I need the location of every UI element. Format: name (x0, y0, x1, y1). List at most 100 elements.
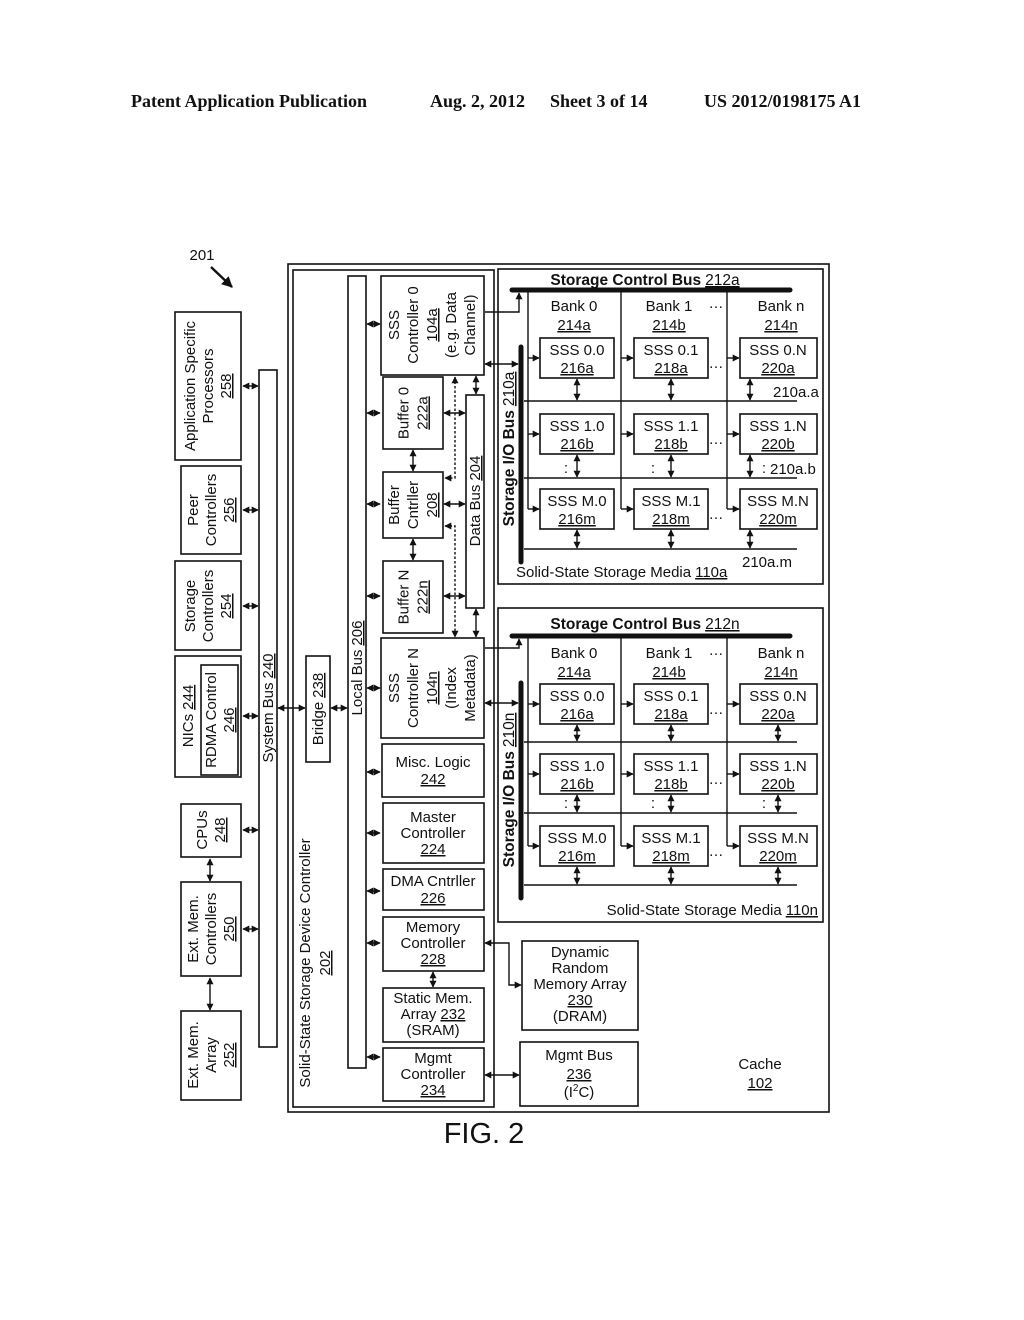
vertical-ellipsis: : (651, 460, 655, 477)
label-text: 210a.b (770, 461, 816, 478)
sss-element-label: SSS 1.0 (549, 418, 604, 435)
label-text: C) (578, 1084, 594, 1101)
reference-numeral: 204 (467, 456, 484, 481)
reference-numeral: 220a (761, 706, 795, 723)
buffer-n-label: Buffer N 222n (396, 570, 432, 625)
dma-controller-label-line-1: DMA Cntrller (390, 873, 475, 890)
label-text: Solid-State Storage Device Controller (297, 838, 314, 1087)
application-specific-processors-label: Application Specific Processors 258 (182, 320, 235, 451)
vertical-ellipsis: : (564, 795, 568, 812)
row-ellipsis: … (709, 355, 724, 372)
label-text: Controller (400, 935, 465, 952)
label-text: Buffer (386, 485, 403, 525)
reference-numeral: 218m (652, 848, 690, 865)
master-controller-label-line-2: Controller (400, 825, 465, 842)
storage-control-bus-label: Storage Control Bus 212a (550, 272, 740, 289)
label-text: Mgmt Bus (545, 1047, 613, 1064)
label-text: Solid-State Storage Media (516, 564, 692, 581)
misc-logic-label: Misc. Logic242 (395, 754, 471, 788)
label-text: … (709, 295, 724, 312)
sss-element-reference: 220b (761, 436, 794, 453)
label-text: Memory (406, 919, 461, 936)
bank-reference: 214a (557, 664, 591, 681)
reference-numeral: 244 (180, 685, 197, 710)
label-text: Controller (400, 825, 465, 842)
bank-label: Bank 1 (646, 298, 693, 315)
bank-ellipsis: … (709, 642, 724, 659)
bank-label: Bank n (758, 298, 805, 315)
reference-numeral: 238 (310, 673, 327, 698)
cpus-box (180, 803, 242, 858)
label-text: Storage I/O Bus (501, 751, 518, 867)
sss-element-label: SSS 0.1 (643, 342, 698, 359)
label-text: RDMA Control (203, 672, 220, 768)
storage-controllers-label: Storage Controllers 254 (182, 570, 235, 643)
sram-label-line-1: Static Mem. (393, 990, 472, 1007)
buffer-0-label-line-1: Buffer 0 (396, 387, 413, 439)
bank-ellipsis: … (709, 295, 724, 312)
reference-numeral: 202 (317, 950, 334, 975)
sss-element-reference: 220b (761, 776, 794, 793)
reference-numeral: 102 (747, 1075, 772, 1092)
reference-numeral: 220m (759, 848, 797, 865)
nics-label-line-1: NICs 244 (180, 685, 197, 747)
label-text: (SRAM) (406, 1022, 459, 1039)
sss-element-label: SSS 0.0 (549, 688, 604, 705)
peer-controllers-label-line-2: Controllers (203, 474, 220, 547)
ssd-controller-label-line-2: 202 (317, 950, 334, 975)
label-text: Solid-State Storage Media (607, 902, 783, 919)
label-text: (Index (443, 667, 460, 709)
reference-numeral: 110n (786, 902, 818, 919)
reference-numeral: 216a (560, 360, 594, 377)
label-text: 210a.a (773, 384, 820, 401)
reference-numeral: 218b (654, 776, 687, 793)
peer-controllers-label: Peer Controllers 256 (185, 474, 238, 547)
label-text: … (709, 431, 724, 448)
reference-numeral: 240 (260, 653, 277, 678)
label-text: Array (203, 1037, 220, 1073)
sss-controller-0-label: SSS Controller 0 104a (e.g. Data Channel) (386, 286, 479, 364)
label-text: (I (564, 1084, 573, 1101)
label-text: Controller 0 (405, 286, 422, 364)
sss-element-label: SSS M.1 (641, 830, 700, 847)
sss-element-reference: 218m (652, 511, 690, 528)
dram-label-line-5: (DRAM) (553, 1008, 607, 1025)
data-bus-label-line-1: Data Bus 204 (467, 456, 484, 547)
buffer-0-box (382, 376, 444, 450)
row-ellipsis: … (709, 431, 724, 448)
storage-control-bus-label: Storage Control Bus 212n (550, 616, 739, 633)
label-text: SSS M.0 (547, 493, 606, 510)
peer-controllers-label-line-3: 256 (221, 497, 238, 522)
ext-mem-array-label: Ext. Mem. Array 252 (185, 1021, 238, 1089)
figure-reference-arrow (210, 266, 233, 288)
label-text: Array (401, 1006, 437, 1023)
misc-logic-label-line-1: Misc. Logic (395, 754, 471, 771)
label-text: US 2012/0198175 A1 (704, 91, 861, 111)
label-text: SSS M.N (747, 493, 809, 510)
sss-element-reference: 218b (654, 776, 687, 793)
local-bus-label: Local Bus 206 (349, 621, 366, 716)
controller-to-control-bus-arrow (485, 638, 523, 649)
dashed-control-path-lower (444, 522, 459, 638)
sss-controller-n-label: SSS Controller N 104n (Index Metadata) (386, 648, 479, 728)
mgmt-bus-label-line-2: 236 (566, 1066, 591, 1083)
reference-numeral: 222a (415, 396, 432, 430)
label-text: 210a.m (742, 554, 792, 571)
reference-numeral: 214a (557, 317, 591, 334)
label-text: Cache (738, 1056, 781, 1073)
sss-controller-n-label-line-5: Metadata) (462, 654, 479, 722)
application-specific-processors-label-line-2: Processors (200, 348, 217, 423)
label-text: FIG. 2 (444, 1118, 525, 1150)
bank-reference: 214a (557, 317, 591, 334)
label-text: Mgmt (414, 1050, 452, 1067)
label-text: SSS 1.1 (643, 758, 698, 775)
label-text: Controller N (405, 648, 422, 728)
bank-label: Bank 0 (551, 298, 598, 315)
label-text: DMA Cntrller (390, 873, 475, 890)
ext-mem-array-label-line-3: 252 (221, 1042, 238, 1067)
label-text: Static Mem. (393, 990, 472, 1007)
label-text: Peer (185, 494, 202, 526)
sss-controller-0-label-line-2: Controller 0 (405, 286, 422, 364)
ext-mem-controllers-label: Ext. Mem. Controllers 250 (185, 893, 238, 966)
cpus-label-line-2: 248 (212, 817, 229, 842)
